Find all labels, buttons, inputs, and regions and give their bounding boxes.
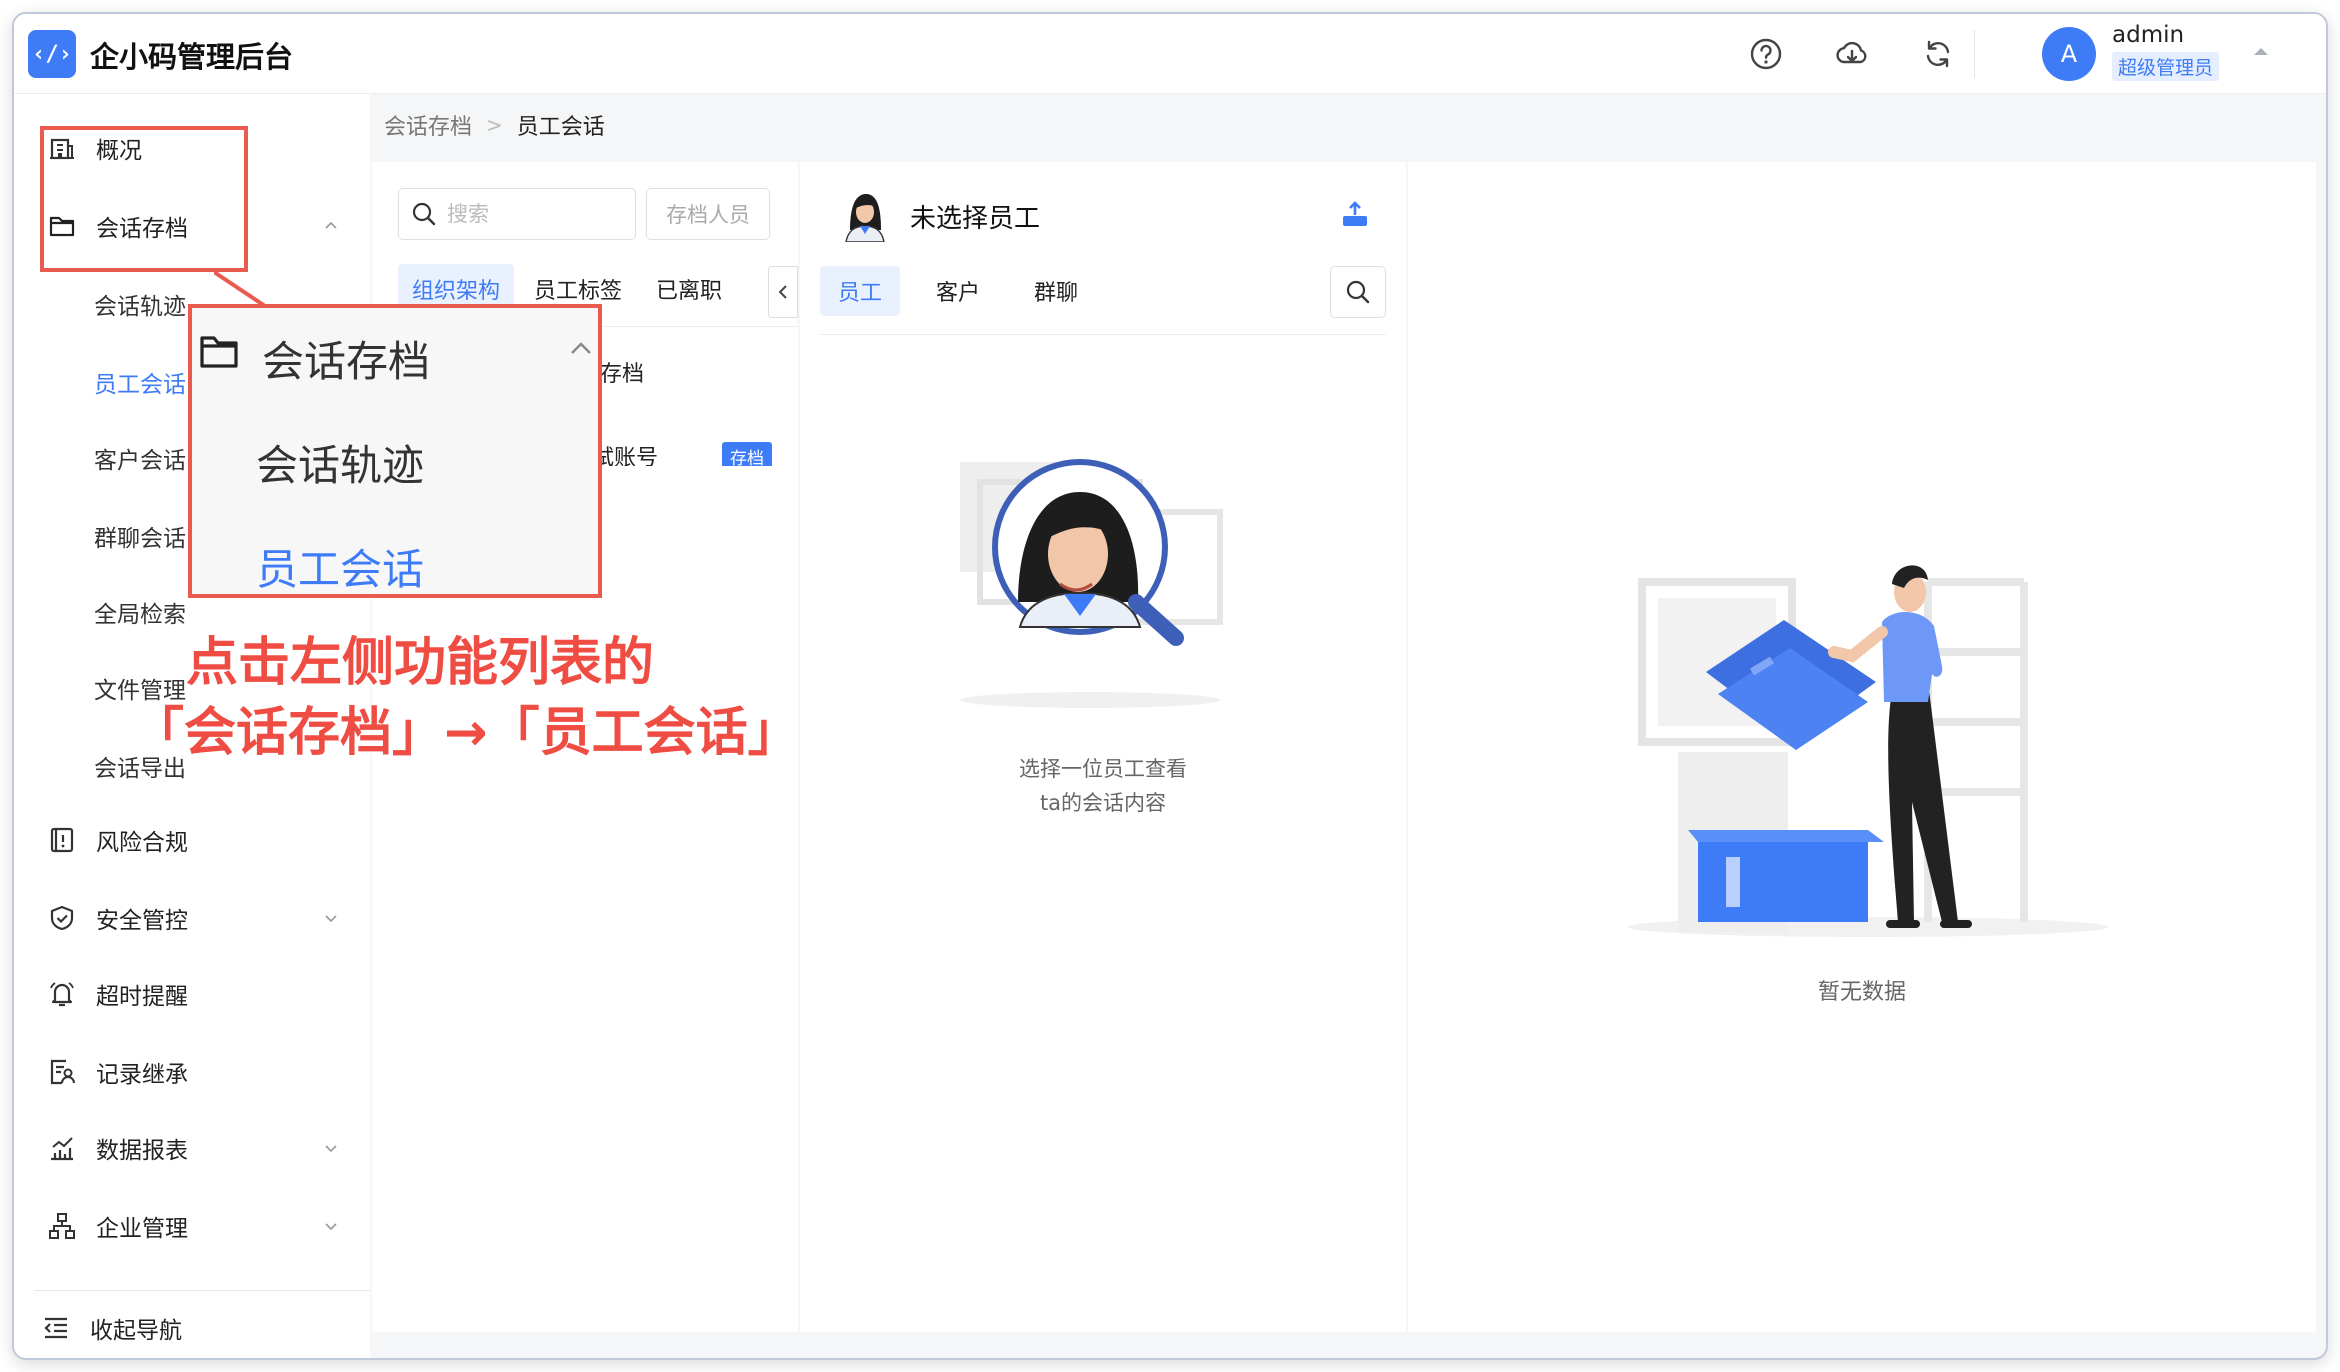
breadcrumb-separator: > [486, 113, 503, 137]
shield-check-icon [50, 905, 74, 931]
tab-employee[interactable]: 员工 [820, 266, 901, 316]
zoom-subitem-2: 员工会话 [256, 545, 425, 594]
sidebar-item-label: 企业管理 [96, 1216, 188, 1242]
empty-hint: 选择一位员工查看 ta的会话内容 [800, 752, 1406, 820]
sidebar-item-enterprise[interactable]: 企业管理 [14, 1196, 370, 1256]
zoom-callout: 会话存档 会话轨迹 员工会话 [188, 304, 602, 598]
chevron-down-icon [325, 1223, 337, 1231]
app-logo: ‹/› [28, 30, 76, 78]
record-user-icon [50, 1059, 75, 1085]
chevron-down-icon [325, 1145, 337, 1153]
collapse-nav-label: 收起导航 [90, 1318, 182, 1344]
collapse-nav-button[interactable]: 收起导航 [14, 1298, 370, 1358]
sidebar-subitem-label: 群聊会话 [94, 526, 186, 552]
archive-badge: 存档 [722, 442, 772, 466]
chevron-up-icon [325, 221, 337, 229]
empty-hint-line1: 选择一位员工查看 [1019, 757, 1187, 781]
search-input[interactable] [447, 197, 627, 231]
folder-icon [200, 336, 238, 368]
empty-hint-line2: ta的会话内容 [1039, 791, 1167, 815]
breadcrumb-current: 员工会话 [516, 115, 605, 140]
chevron-down-icon [325, 915, 337, 923]
app-window: ‹/› 企小码管理后台 A admin 超级管理员 概况 会话存档 会话轨迹 员… [12, 12, 2328, 1360]
zoom-title: 会话存档 [262, 337, 431, 386]
employee-avatar-icon [845, 194, 885, 242]
sidebar-item-timeout[interactable]: 超时提醒 [14, 964, 370, 1024]
search-icon [412, 202, 436, 226]
org-icon [49, 1213, 75, 1239]
sidebar-divider [34, 1290, 370, 1291]
header-divider [1974, 30, 1975, 78]
chat-type-tabs: 员工 客户 群聊 [820, 266, 1114, 316]
sidebar-item-inherit[interactable]: 记录继承 [14, 1042, 370, 1102]
search-icon [1346, 280, 1370, 304]
no-data-illustration [1628, 565, 2108, 937]
sidebar-subitem-label: 员工会话 [94, 372, 186, 398]
chat-search-button[interactable] [1330, 266, 1386, 318]
sidebar-subitem-label: 客户会话 [94, 448, 186, 474]
help-icon[interactable] [1748, 36, 1784, 72]
chevron-up-icon [571, 342, 591, 354]
chevron-left-icon [778, 285, 787, 299]
caret-up-icon[interactable] [2254, 48, 2268, 55]
user-name[interactable]: admin [2112, 22, 2184, 48]
archive-staff-button[interactable]: 存档人员 [646, 188, 770, 240]
sidebar-item-label: 数据报表 [96, 1138, 188, 1164]
sidebar-item-security[interactable]: 安全管控 [14, 888, 370, 948]
sidebar-item-risk[interactable]: 风险合规 [14, 810, 370, 870]
sidebar-item-label: 安全管控 [96, 908, 188, 934]
breadcrumb-parent[interactable]: 会话存档 [384, 109, 472, 141]
employee-chat-panel: 未选择员工 员工 客户 群聊 选择一位员工查看 ta的会话内容 [800, 162, 1406, 1332]
sidebar-item-label: 记录继承 [96, 1062, 188, 1088]
sidebar-subitem-label: 全局检索 [94, 602, 186, 628]
select-employee-illustration [960, 459, 1223, 708]
tab-customer[interactable]: 客户 [918, 266, 998, 316]
divider [820, 334, 1386, 335]
chart-icon [51, 1137, 73, 1161]
app-title: 企小码管理后台 [90, 40, 294, 74]
avatar[interactable]: A [2042, 27, 2096, 81]
sidebar-subitem-label: 会话轨迹 [94, 294, 186, 320]
top-header: ‹/› 企小码管理后台 A admin 超级管理员 [14, 14, 2326, 94]
instruction-line-2: 「会话存档」→「员工会话」 [132, 703, 800, 763]
chat-content-panel: 暂无数据 [1408, 162, 2316, 1332]
collapse-panel-button[interactable] [768, 266, 798, 318]
bell-icon [50, 982, 74, 1007]
cloud-download-icon[interactable] [1834, 36, 1870, 72]
sidebar-item-reports[interactable]: 数据报表 [14, 1118, 370, 1178]
tab-group-chat[interactable]: 群聊 [1016, 266, 1096, 316]
highlight-box [40, 126, 248, 272]
book-alert-icon [50, 827, 74, 853]
instruction-line-1: 点击左侧功能列表的 [186, 633, 655, 693]
no-data-text: 暂无数据 [1817, 980, 1906, 1005]
search-input-wrapper[interactable] [398, 188, 636, 240]
selected-employee-title: 未选择员工 [910, 204, 1041, 234]
sidebar-item-label: 风险合规 [96, 830, 188, 856]
tab-resigned[interactable]: 已离职 [642, 264, 736, 314]
sidebar-item-label: 超时提醒 [96, 984, 188, 1010]
breadcrumb: 会话存档 > 员工会话 [372, 94, 605, 156]
export-upload-icon[interactable] [1340, 200, 1370, 230]
user-role-badge: 超级管理员 [2112, 52, 2220, 81]
zoom-subitem-1: 会话轨迹 [256, 441, 425, 490]
menu-fold-icon [44, 1317, 67, 1339]
refresh-icon[interactable] [1920, 36, 1956, 72]
